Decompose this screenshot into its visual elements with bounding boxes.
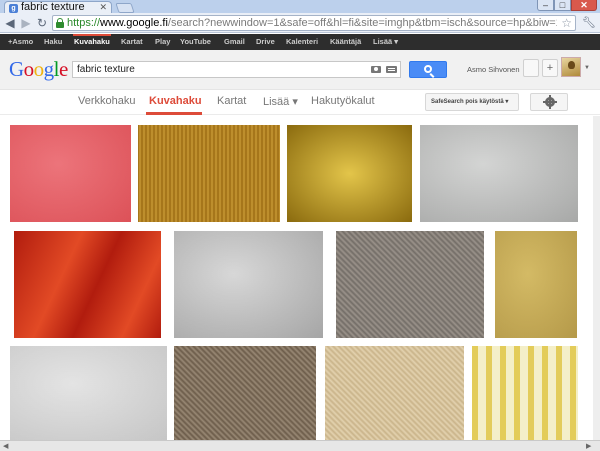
image-result-red-fabric[interactable]	[10, 125, 131, 222]
gear-icon	[543, 95, 557, 109]
browser-toolbar: ◀ ▶ ↻ https://www.google.fi/search?newwi…	[0, 13, 600, 33]
keyboard-icon[interactable]	[386, 66, 397, 73]
tab-hakutyokalut[interactable]: Hakutyökalut	[311, 95, 375, 107]
tab-close-icon[interactable]: ✕	[99, 2, 107, 13]
active-tab-underline	[146, 112, 202, 115]
google-favicon-icon: g	[9, 4, 18, 13]
search-input[interactable]	[77, 63, 357, 76]
tab-kuvahaku[interactable]: Kuvahaku	[149, 95, 202, 107]
bookmark-star-icon[interactable]: ☆	[561, 16, 572, 30]
horizontal-scrollbar[interactable]: ◀ ▶	[0, 440, 600, 451]
search-header: Google Asmo Sihvonen + ▼	[0, 50, 600, 90]
close-window-button[interactable]: ✕	[571, 0, 597, 11]
image-result-yellow-stripe-fabric[interactable]	[472, 346, 578, 440]
gbar-item-haku[interactable]: Haku	[44, 37, 62, 46]
gbar-item-kaantaja[interactable]: Kääntäjä	[330, 37, 361, 46]
address-bar[interactable]: https://www.google.fi/search?newwindow=1…	[52, 15, 576, 31]
image-result-grey-fabric[interactable]	[420, 125, 578, 222]
safesearch-dropdown[interactable]: SafeSearch pois käytöstä ▾	[425, 93, 519, 111]
gbar-item-kuvahaku[interactable]: Kuvahaku	[74, 37, 110, 46]
camera-icon[interactable]	[371, 66, 381, 73]
user-name[interactable]: Asmo Sihvonen	[467, 65, 520, 74]
image-result-brown-tweed-fabric[interactable]	[174, 346, 316, 440]
gbar-item-kartat[interactable]: Kartat	[121, 37, 143, 46]
vertical-scrollbar[interactable]	[593, 116, 600, 440]
window-titlebar: g fabric texture ✕ – □ ✕	[0, 0, 600, 15]
share-button[interactable]: +	[542, 59, 558, 77]
new-tab-button[interactable]	[115, 3, 135, 13]
minimize-button[interactable]: –	[537, 0, 554, 11]
tab-lisaa[interactable]: Lisää ▾	[263, 95, 298, 108]
scroll-left-icon[interactable]: ◀	[3, 442, 8, 450]
search-tabs: Verkkohaku Kuvahaku Kartat Lisää ▾ Hakut…	[0, 90, 600, 115]
notifications-button[interactable]	[523, 59, 539, 77]
image-result-grey-linen-fabric[interactable]	[336, 231, 484, 338]
gbar-item-kalenteri[interactable]: Kalenteri	[286, 37, 318, 46]
image-result-golden-yellow-fabric[interactable]	[287, 125, 412, 222]
image-result-white-crinkle-fabric[interactable]	[174, 231, 323, 338]
image-result-gold-striped-fabric[interactable]	[138, 125, 280, 222]
lock-icon	[56, 18, 64, 28]
tab-kartat[interactable]: Kartat	[217, 95, 246, 107]
wrench-icon[interactable]: 🔧︎	[582, 16, 596, 30]
gbar-item-drive[interactable]: Drive	[256, 37, 275, 46]
search-icon	[424, 65, 432, 73]
maximize-button[interactable]: □	[554, 0, 571, 11]
chevron-down-icon[interactable]: ▼	[584, 65, 590, 71]
avatar[interactable]	[561, 57, 581, 77]
gbar-active-indicator	[73, 34, 111, 36]
google-bar: +Asmo Haku Kuvahaku Kartat Play YouTube …	[0, 34, 600, 50]
settings-button[interactable]	[530, 93, 568, 111]
google-logo[interactable]: Google	[9, 57, 68, 82]
gbar-item-plus[interactable]: +Asmo	[8, 37, 33, 46]
image-result-light-grey-fabric[interactable]	[10, 346, 167, 440]
gbar-item-gmail[interactable]: Gmail	[224, 37, 245, 46]
image-results-grid	[0, 116, 600, 440]
forward-arrow-icon[interactable]: ▶	[19, 16, 33, 30]
image-result-ochre-fabric[interactable]	[495, 231, 577, 338]
url-text[interactable]: https://www.google.fi/search?newwindow=1…	[67, 17, 557, 29]
gbar-item-lisaa[interactable]: Lisää ▾	[373, 37, 398, 46]
search-button[interactable]	[409, 61, 447, 78]
search-box[interactable]	[72, 61, 401, 78]
image-result-red-silk-fabric[interactable]	[14, 231, 161, 338]
image-result-beige-canvas-fabric[interactable]	[325, 346, 464, 440]
scroll-right-icon[interactable]: ▶	[586, 442, 591, 450]
tab-verkkohaku[interactable]: Verkkohaku	[78, 95, 135, 107]
tab-title: fabric texture	[21, 1, 85, 13]
reload-icon[interactable]: ↻	[35, 16, 49, 30]
gbar-item-play[interactable]: Play	[155, 37, 170, 46]
gbar-item-youtube[interactable]: YouTube	[180, 37, 211, 46]
back-arrow-icon[interactable]: ◀	[3, 16, 17, 30]
